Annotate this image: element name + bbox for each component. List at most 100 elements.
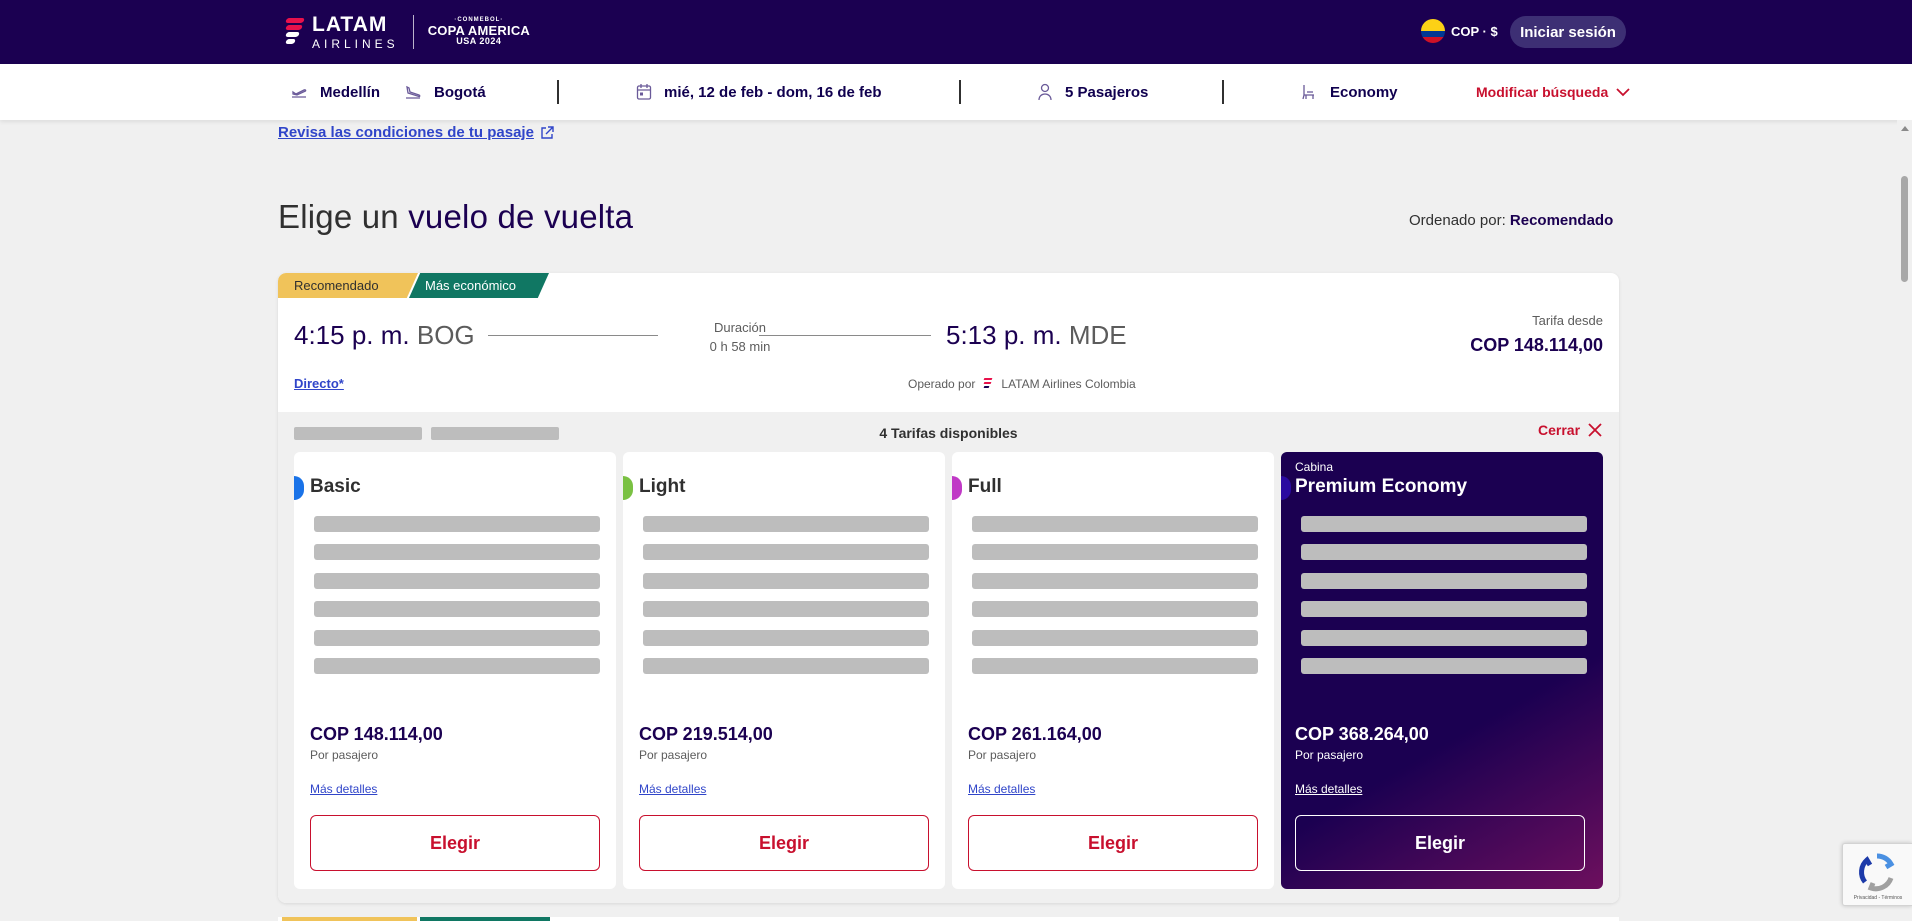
close-fares-button[interactable]: Cerrar: [1538, 422, 1602, 438]
recommended-tag: Recomendado: [278, 273, 418, 298]
modify-search-button[interactable]: Modificar búsqueda: [1476, 84, 1630, 100]
arrival-time: 5:13 p. m. MDE: [946, 320, 1127, 351]
latam-logo-icon: [284, 16, 306, 48]
feature-placeholder: [314, 601, 600, 617]
feature-placeholder: [314, 544, 600, 560]
sort-control[interactable]: Ordenado por: Recomendado: [1409, 212, 1613, 229]
cabin-field[interactable]: Economy: [1300, 83, 1398, 101]
feature-placeholder: [1301, 544, 1587, 560]
departure-time-value: 4:15 p. m.: [294, 320, 410, 350]
recaptcha-footer[interactable]: Privacidad - Términos: [1847, 895, 1909, 901]
copa-line-2: COPA AMERICA: [427, 22, 530, 38]
logo-sub-text: AIRLINES: [312, 37, 399, 51]
more-details-link[interactable]: Más detalles: [639, 782, 706, 796]
fare-color-marker: [952, 476, 962, 500]
choose-basic-button[interactable]: Elegir: [310, 815, 600, 871]
recaptcha-badge[interactable]: Privacidad - Términos: [1842, 843, 1912, 906]
choose-full-button[interactable]: Elegir: [968, 815, 1258, 871]
conditions-link-label: Revisa las condiciones de tu pasaje: [278, 124, 534, 141]
feature-placeholder: [972, 573, 1258, 589]
passenger-icon: [1038, 83, 1052, 101]
calendar-icon: [636, 84, 652, 100]
feature-placeholder: [1301, 658, 1587, 674]
latam-logo[interactable]: LATAM AIRLINES ·CONMEBOL· COPA AMERICA U…: [284, 14, 530, 50]
sort-label: Ordenado por:: [1409, 212, 1506, 229]
login-button[interactable]: Iniciar sesión: [1510, 16, 1626, 48]
landing-icon: [406, 85, 421, 99]
origin-label: Medellín: [320, 83, 381, 101]
feature-placeholder: [643, 573, 929, 589]
cabin-label: Cabina: [1295, 460, 1334, 474]
feature-placeholder: [314, 516, 600, 532]
colombia-flag-icon: [1421, 19, 1445, 43]
departure-airport-code: BOG: [416, 320, 475, 350]
fare-price: COP 261.164,00: [968, 724, 1102, 744]
operator-name: LATAM Airlines Colombia: [1001, 377, 1136, 391]
feature-placeholder: [972, 630, 1258, 646]
fare-price: COP 148.114,00: [310, 724, 443, 744]
passengers-label: 5 Pasajeros: [1065, 83, 1149, 101]
latam-mini-logo-icon: [983, 377, 993, 391]
feature-placeholder: [643, 630, 929, 646]
feature-placeholder: [972, 601, 1258, 617]
top-header: LATAM AIRLINES ·CONMEBOL· COPA AMERICA U…: [0, 0, 1912, 64]
fares-count: 4 Tarifas disponibles: [879, 425, 1018, 441]
feature-placeholder: [972, 516, 1258, 532]
scroll-thumb[interactable]: [1901, 176, 1908, 282]
feature-placeholder: [1301, 573, 1587, 589]
duration-value: 0 h 58 min: [709, 339, 771, 354]
cheapest-tag: Más económico: [409, 273, 549, 298]
per-passenger-label: Por pasajero: [1295, 748, 1364, 762]
fare-from-label: Tarifa desde: [1532, 313, 1603, 328]
more-details-link[interactable]: Más detalles: [310, 782, 377, 796]
currency-label: COP · $: [1451, 23, 1498, 39]
conditions-link[interactable]: Revisa las condiciones de tu pasaje: [278, 124, 554, 141]
logo-divider: [412, 15, 414, 49]
page-scrollbar[interactable]: [1897, 120, 1912, 921]
title-light: Elige un: [278, 198, 399, 235]
arrival-time-value: 5:13 p. m.: [946, 320, 1062, 350]
fare-name: Basic: [310, 476, 361, 497]
arrival-airport-code: MDE: [1068, 320, 1127, 350]
modify-search-label: Modificar búsqueda: [1476, 84, 1609, 100]
feature-placeholder: [972, 658, 1258, 674]
choose-light-button[interactable]: Elegir: [639, 815, 929, 871]
origin-field[interactable]: Medellín: [290, 83, 380, 101]
divider: [1222, 80, 1224, 104]
destination-field[interactable]: Bogotá: [404, 83, 486, 101]
departure-time: 4:15 p. m. BOG: [294, 320, 475, 351]
next-recommended-tag: [282, 917, 417, 921]
per-passenger-label: Por pasajero: [310, 748, 379, 762]
choose-premium-economy-button[interactable]: Elegir: [1295, 815, 1585, 871]
fare-card-full: Full COP 261.164,00 Por pasajero Más det…: [952, 452, 1274, 889]
feature-placeholder: [1301, 516, 1587, 532]
route-line: [488, 335, 658, 336]
fare-card-light: Light COP 219.514,00 Por pasajero Más de…: [623, 452, 945, 889]
seat-icon: [1302, 85, 1314, 100]
more-details-link[interactable]: Más detalles: [968, 782, 1035, 796]
passengers-field[interactable]: 5 Pasajeros: [1037, 83, 1148, 101]
scroll-up-arrow-icon[interactable]: [1901, 126, 1909, 131]
feature-placeholder: [314, 630, 600, 646]
close-icon: [1588, 423, 1602, 437]
flight-card: Recomendado Más económico 4:15 p. m. BOG…: [278, 273, 1619, 903]
fare-name: Full: [968, 476, 1002, 497]
divider: [959, 80, 961, 104]
operated-by: Operado por LATAM Airlines Colombia: [908, 377, 1136, 391]
dates-field[interactable]: mié, 12 de feb - dom, 16 de feb: [636, 83, 882, 101]
fare-card-premium-economy: Cabina Premium Economy COP 368.264,00 Po…: [1281, 452, 1603, 889]
feature-placeholder: [314, 573, 600, 589]
currency-selector[interactable]: COP · $: [1421, 19, 1498, 43]
feature-placeholder: [643, 601, 929, 617]
chevron-down-icon: [1616, 88, 1630, 97]
more-details-link[interactable]: Más detalles: [1295, 782, 1362, 796]
fare-color-marker: [1281, 476, 1291, 500]
fare-from-value: COP 148.114,00: [1470, 335, 1603, 355]
fare-price: COP 219.514,00: [639, 724, 773, 744]
dates-label: mié, 12 de feb - dom, 16 de feb: [664, 83, 882, 101]
direct-flight-link[interactable]: Directo*: [294, 376, 344, 391]
per-passenger-label: Por pasajero: [639, 748, 708, 762]
destination-label: Bogotá: [434, 83, 486, 101]
flight-duration: Duración 0 h 58 min: [675, 318, 805, 356]
fares-panel: 4 Tarifas disponibles Cerrar Basic COP 1…: [278, 412, 1619, 903]
